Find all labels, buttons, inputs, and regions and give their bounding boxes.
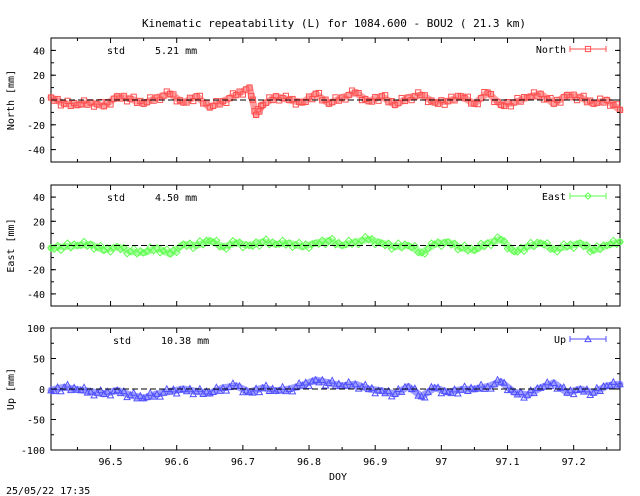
y-tick-label: 100 xyxy=(27,324,45,335)
y-axis-label: North [mm] xyxy=(6,70,17,130)
x-tick-label: 96.7 xyxy=(231,457,255,468)
y-axis-label: Up [mm] xyxy=(6,368,17,410)
std-value: 4.50 mm xyxy=(155,193,197,204)
x-tick-label: 97.2 xyxy=(562,457,586,468)
y-tick-label: 0 xyxy=(39,385,45,396)
y-tick-label: 20 xyxy=(33,217,45,228)
panel-1: -40 -20 0 20 40 North [mm] std 5.21 mm North xyxy=(6,37,624,163)
y-tick-label: -40 xyxy=(27,146,45,157)
x-axis-label: DOY xyxy=(329,472,347,483)
y-tick-label: -40 xyxy=(27,290,45,301)
legend-label: Up xyxy=(554,335,566,346)
x-tick-label: 96.9 xyxy=(363,457,387,468)
y-tick-label: 0 xyxy=(39,242,45,253)
legend-label: North xyxy=(536,45,566,56)
y-tick-label: 0 xyxy=(39,96,45,107)
std-label: std xyxy=(113,336,131,347)
panel-3: -100 -50 0 50 100 96.5 96.6 96.7 96.8 96.9 97 97.1 9… xyxy=(6,324,624,468)
figure-title: Kinematic repeatability (L) for 1084.600… xyxy=(142,17,526,30)
kinematic-repeatability-figure: Kinematic repeatability (L) for 1084.600… xyxy=(0,0,640,496)
std-value: 5.21 mm xyxy=(155,46,197,57)
x-tick-label: 96.5 xyxy=(98,457,122,468)
std-value: 10.38 mm xyxy=(161,336,209,347)
std-label: std xyxy=(107,193,125,204)
x-tick-label: 97 xyxy=(435,457,447,468)
x-tick-label: 97.1 xyxy=(495,457,519,468)
y-tick-label: 40 xyxy=(33,46,45,57)
y-tick-label: 50 xyxy=(33,355,45,366)
legend-label: East xyxy=(542,192,566,203)
std-label: std xyxy=(107,46,125,57)
y-tick-label: 40 xyxy=(33,193,45,204)
x-tick-label: 96.6 xyxy=(165,457,189,468)
panel-2: -40 -20 0 20 40 East [mm] std 4.50 mm East xyxy=(6,184,624,307)
y-axis-label: East [mm] xyxy=(6,218,17,272)
y-tick-label: -100 xyxy=(21,446,45,457)
y-tick-label: -20 xyxy=(27,121,45,132)
y-tick-label: -50 xyxy=(27,416,45,427)
chart-panels: -40-2002040North [mm]std 5.21 mm North-40-… xyxy=(6,37,624,468)
y-tick-label: 20 xyxy=(33,71,45,82)
y-tick-label: -20 xyxy=(27,266,45,277)
x-tick-label: 96.8 xyxy=(297,457,321,468)
timestamp: 25/05/22 17:35 xyxy=(6,486,90,496)
